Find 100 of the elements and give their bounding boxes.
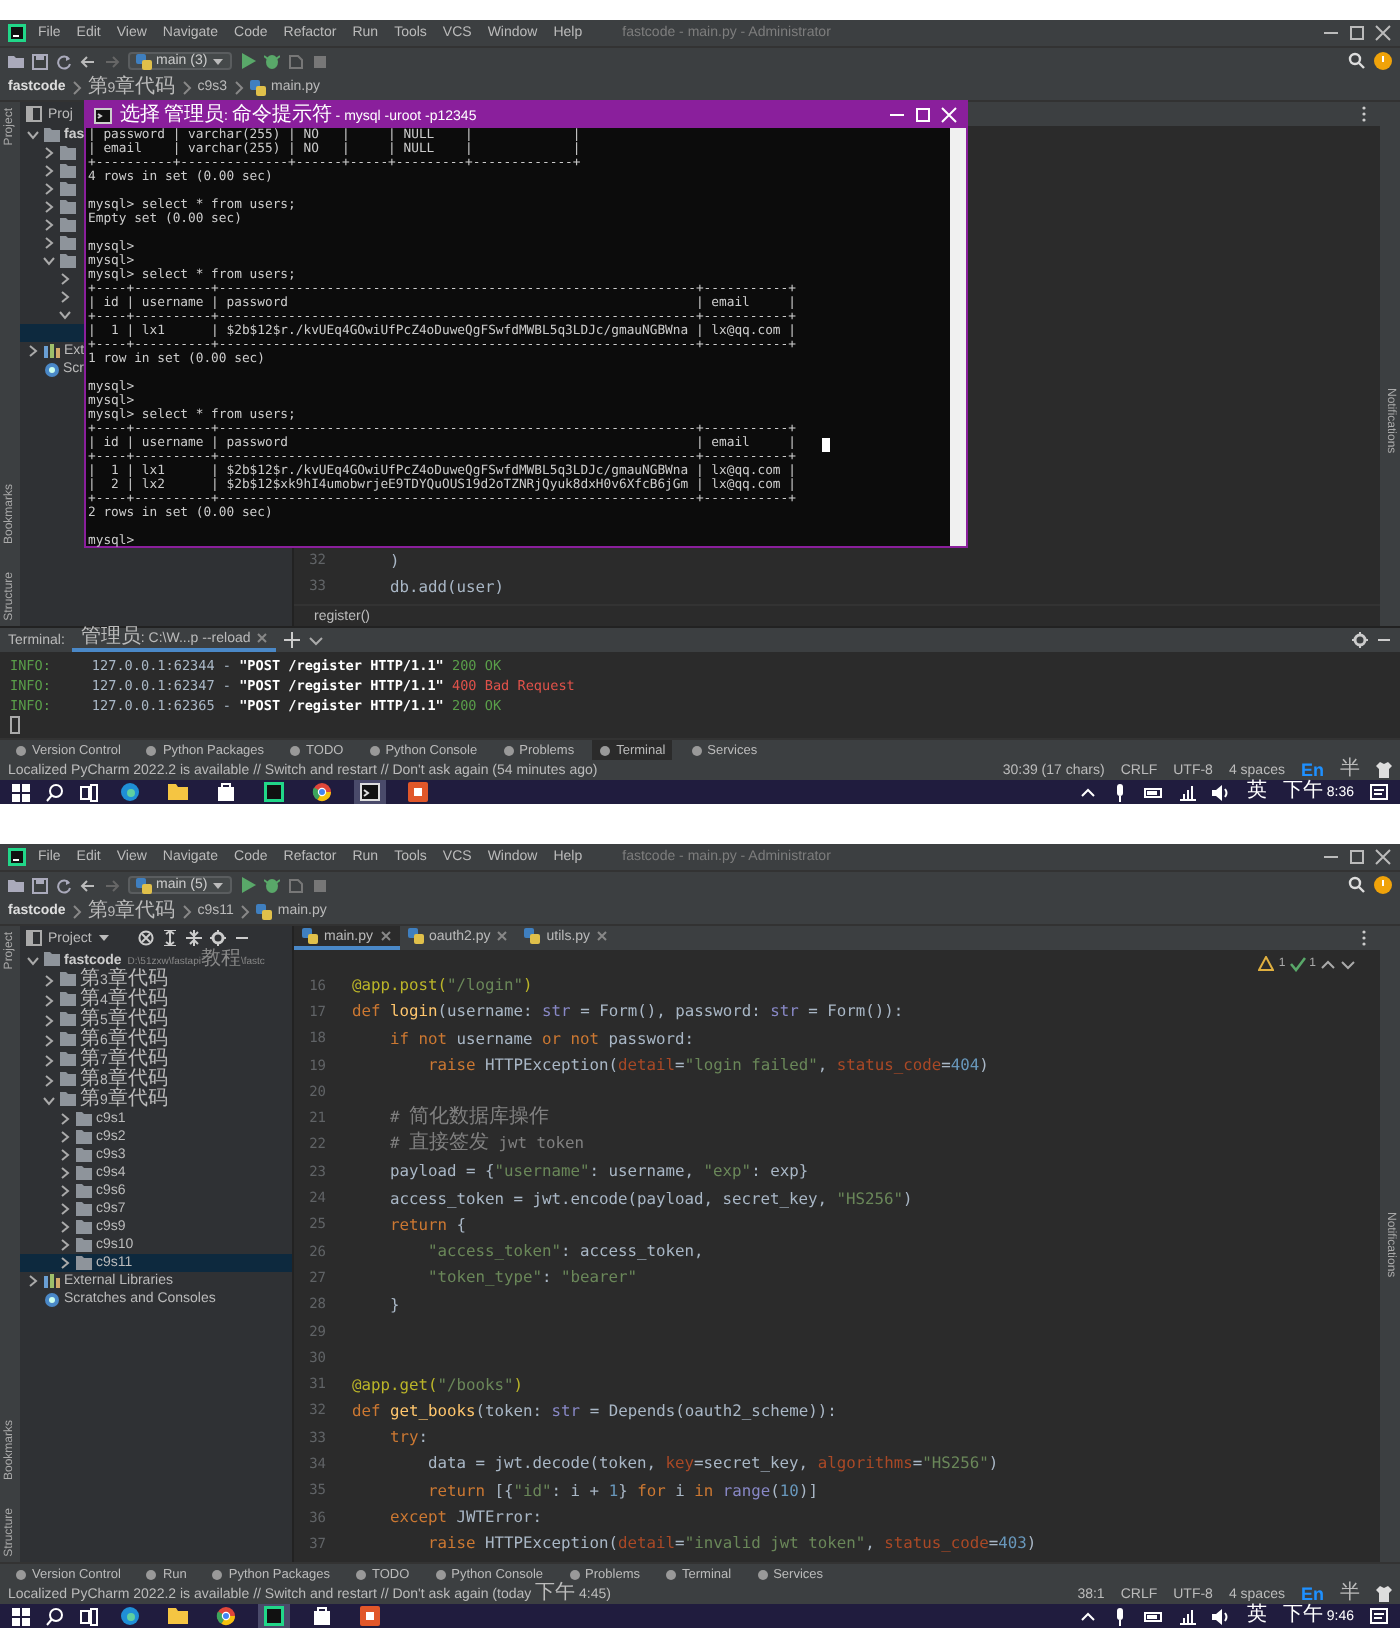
chevron-icon[interactable] [42,1013,56,1027]
chevron-icon[interactable] [42,993,56,1007]
close-icon[interactable] [1374,848,1392,866]
search-icon[interactable] [46,1607,64,1625]
close-icon[interactable] [496,930,509,942]
windows-start-icon[interactable] [12,783,30,801]
refresh-icon[interactable] [56,877,72,893]
windows-start-icon[interactable] [12,1607,30,1625]
expand-icon[interactable] [161,930,178,946]
plus-icon[interactable] [284,632,301,648]
chevron-icon[interactable] [42,182,56,196]
chevron-icon[interactable] [42,146,56,160]
more-icon[interactable] [1360,930,1368,946]
chevron-icon[interactable] [58,1148,72,1162]
chevron-icon[interactable] [58,1166,72,1180]
shirt-icon[interactable] [1376,1586,1392,1602]
slides-icon[interactable] [360,1606,380,1626]
task-view-icon[interactable] [80,1607,98,1625]
shirt-icon[interactable] [1376,762,1392,778]
folder-icon[interactable] [8,877,24,893]
down-icon[interactable] [1340,957,1356,971]
chevron-icon[interactable] [42,164,56,178]
chevron-icon[interactable] [26,128,40,142]
task-view-icon[interactable] [80,783,98,801]
battery-icon[interactable] [1144,783,1163,801]
chevron-icon[interactable] [42,200,56,214]
close-icon[interactable] [379,930,392,942]
chevron-icon[interactable] [58,1130,72,1144]
notification-icon[interactable] [1370,1607,1388,1625]
language-indicator[interactable]: 英 [1246,1606,1267,1626]
search-icon[interactable] [1348,52,1366,70]
ring-icon[interactable] [216,1606,236,1626]
bag-icon[interactable] [312,1606,332,1626]
back-arrow-icon[interactable] [80,53,96,69]
chevron-icon[interactable] [58,1238,72,1252]
close-icon[interactable] [256,632,269,644]
input-mode-indicator[interactable]: 半 [1340,1584,1360,1604]
save-icon[interactable] [32,877,48,893]
bag-icon[interactable] [216,782,236,802]
search-icon[interactable] [46,783,64,801]
notification-icon[interactable] [1370,783,1388,801]
language-indicator[interactable]: 英 [1246,782,1267,802]
chevron-icon[interactable] [42,254,56,268]
chevron-icon[interactable] [42,1053,56,1067]
close-icon[interactable] [596,930,609,942]
chevron-icon[interactable] [42,1093,56,1107]
folder-icon[interactable] [8,53,24,69]
chevron-icon[interactable] [26,1274,40,1288]
scrollbar[interactable] [950,128,966,546]
network-icon[interactable] [1178,1607,1197,1625]
collapse-icon[interactable] [185,930,202,946]
terminal-icon[interactable] [360,782,380,802]
search-icon[interactable] [1348,876,1366,894]
input-method-indicator[interactable]: En [1300,760,1324,780]
more-icon[interactable] [1360,106,1368,122]
volume-icon[interactable] [1212,783,1231,801]
warning-icon[interactable] [1258,956,1275,972]
chevron-icon[interactable] [26,344,40,358]
volume-icon[interactable] [1212,1607,1231,1625]
gear-icon[interactable] [1352,632,1368,648]
bug-icon[interactable] [263,876,280,894]
close-icon[interactable] [1374,24,1392,42]
chevron-icon[interactable] [58,1202,72,1216]
ide-icon[interactable] [264,1606,284,1626]
chevron-icon[interactable] [58,1112,72,1126]
chevron-icon[interactable] [42,218,56,232]
input-mode-indicator[interactable]: 半 [1340,760,1360,780]
chevron-icon[interactable] [58,308,72,322]
chevron-icon[interactable] [42,236,56,250]
battery-icon[interactable] [1144,1607,1163,1625]
chevron-icon[interactable] [58,1220,72,1234]
target-icon[interactable] [137,930,154,946]
caret-icon[interactable] [97,932,110,944]
update-icon[interactable] [1374,52,1392,70]
run-icon[interactable] [239,52,256,70]
gear-icon[interactable] [209,930,226,946]
slides-icon[interactable] [408,782,428,802]
ide-icon[interactable] [264,782,284,802]
back-arrow-icon[interactable] [80,877,96,893]
update-icon[interactable] [1374,876,1392,894]
input-method-indicator[interactable]: En [1300,1584,1324,1604]
chevron-icon[interactable] [58,290,72,304]
up-icon[interactable] [1320,957,1336,971]
chevron-icon[interactable] [42,1073,56,1087]
chevron-icon[interactable] [58,1256,72,1270]
microphone-icon[interactable] [1112,1607,1129,1625]
browser-icon[interactable] [120,1606,140,1626]
refresh-icon[interactable] [56,53,72,69]
maximize-icon[interactable] [1348,848,1366,866]
bug-icon[interactable] [263,52,280,70]
save-icon[interactable] [32,53,48,69]
chevron-icon[interactable] [58,1184,72,1198]
chevron-icon[interactable] [42,1033,56,1047]
microphone-icon[interactable] [1112,783,1129,801]
chevron-icon[interactable] [42,973,56,987]
chevron-icon[interactable] [58,272,72,286]
network-icon[interactable] [1178,783,1197,801]
check-icon[interactable] [1289,956,1306,972]
chevron-icon[interactable] [26,953,40,967]
maximize-icon[interactable] [1348,24,1366,42]
